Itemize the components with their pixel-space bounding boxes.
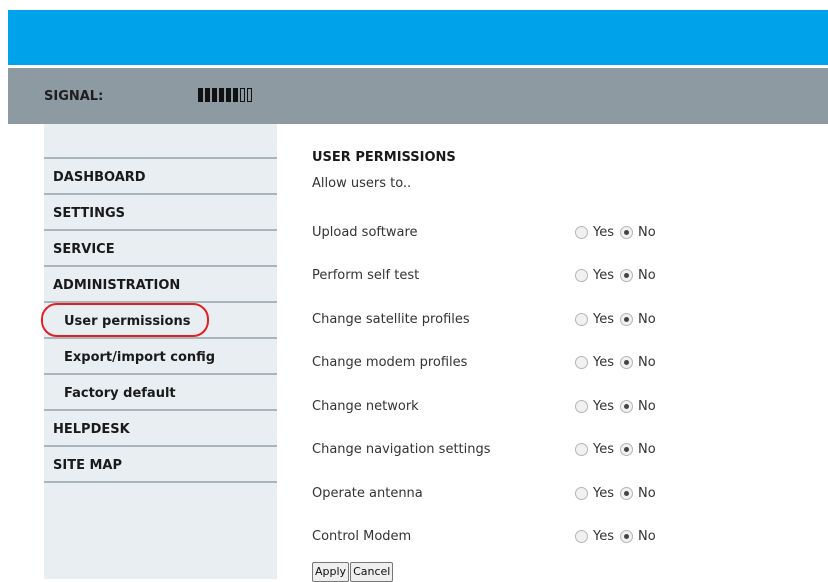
permission-label-operate-antenna: Operate antenna [312,486,423,501]
sidebar-item-service[interactable]: SERVICE [44,229,277,265]
signal-bar-5 [226,88,231,102]
permission-label-change-network: Change network [312,399,419,414]
permission-radio-control-modem: Yes No [575,529,662,544]
permission-label-change-navigation-settings: Change navigation settings [312,442,491,457]
radio-no[interactable] [620,530,633,543]
signal-bar-1 [198,88,203,102]
radio-yes[interactable] [575,443,588,456]
sidebar-item-administration[interactable]: ADMINISTRATION [44,265,277,301]
intro-text: Allow users to.. [312,176,412,191]
sidebar-item-export-import-config[interactable]: Export/import config [44,337,277,373]
apply-button[interactable]: Apply [312,562,350,582]
page-title: USER PERMISSIONS [312,150,456,165]
form-buttons: Apply Cancel [312,562,394,582]
permission-radio-change-network: Yes No [575,399,662,414]
radio-no[interactable] [620,226,633,239]
radio-no[interactable] [620,487,633,500]
highlight-outline [41,303,209,337]
radio-no[interactable] [620,443,633,456]
sidebar-item-helpdesk[interactable]: HELPDESK [44,409,277,445]
radio-yes[interactable] [575,269,588,282]
signal-bar-3 [212,88,217,102]
permission-label-change-satellite-profiles: Change satellite profiles [312,312,470,327]
radio-no[interactable] [620,356,633,369]
radio-no[interactable] [620,400,633,413]
permission-radio-upload-software: Yes No [575,225,662,240]
permission-radio-change-navigation-settings: Yes No [575,442,662,457]
radio-yes[interactable] [575,530,588,543]
permission-radio-change-modem-profiles: Yes No [575,355,662,370]
sidebar-item-dashboard[interactable]: DASHBOARD [44,157,277,193]
signal-bar-7 [240,88,245,102]
radio-yes[interactable] [575,356,588,369]
permission-radio-operate-antenna: Yes No [575,486,662,501]
radio-yes[interactable] [575,487,588,500]
permission-radio-change-satellite-profiles: Yes No [575,312,662,327]
sidebar-item-settings[interactable]: SETTINGS [44,193,277,229]
signal-bar [8,68,828,124]
permission-label-change-modem-profiles: Change modem profiles [312,355,468,370]
radio-yes[interactable] [575,400,588,413]
signal-label: SIGNAL: [44,89,104,104]
sidebar-item-site-map[interactable]: SITE MAP [44,445,277,481]
sidebar: DASHBOARD SETTINGS SERVICE ADMINISTRATIO… [44,124,277,579]
radio-no[interactable] [620,313,633,326]
permission-radio-perform-self-test: Yes No [575,268,662,283]
signal-meter [198,88,252,102]
permission-label-control-modem: Control Modem [312,529,412,544]
permission-label-perform-self-test: Perform self test [312,268,420,283]
signal-bar-6 [233,88,238,102]
top-banner [8,10,828,65]
sidebar-divider [44,481,277,483]
radio-yes[interactable] [575,313,588,326]
cancel-button[interactable]: Cancel [350,562,394,582]
sidebar-item-factory-default[interactable]: Factory default [44,373,277,409]
radio-no[interactable] [620,269,633,282]
signal-bar-2 [205,88,210,102]
signal-bar-8 [247,88,252,102]
permission-label-upload-software: Upload software [312,225,418,240]
signal-bar-4 [219,88,224,102]
radio-yes[interactable] [575,226,588,239]
